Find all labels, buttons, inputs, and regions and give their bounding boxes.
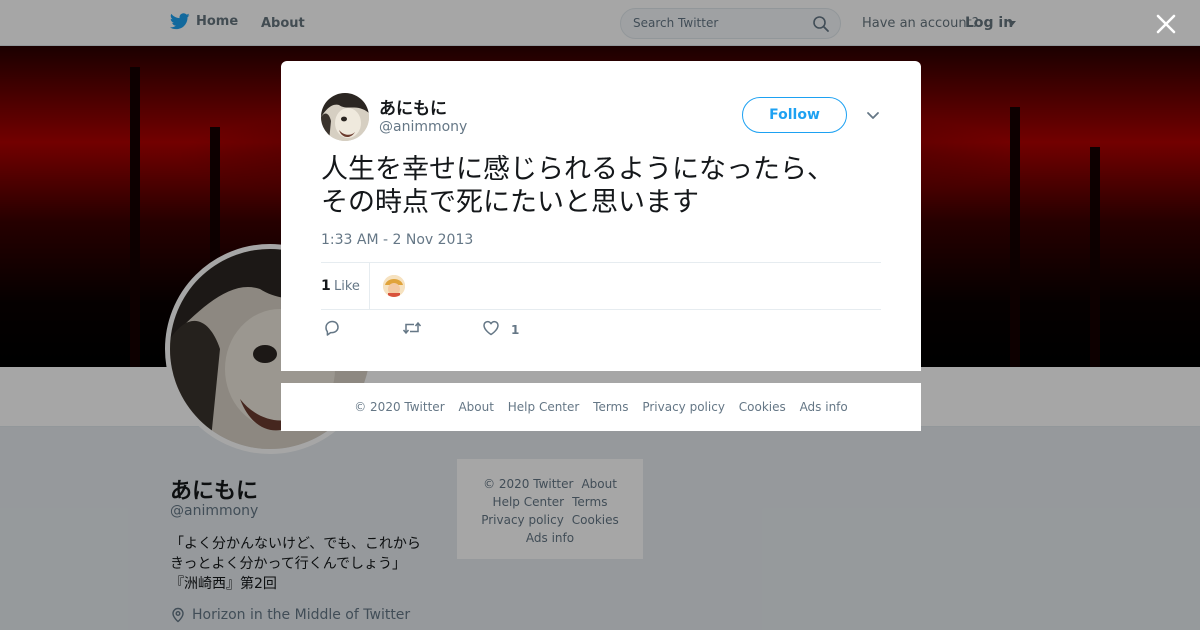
- like-label[interactable]: Like: [334, 279, 360, 294]
- stats-divider: [369, 263, 370, 309]
- chevron-down-icon[interactable]: [866, 111, 880, 121]
- tweet-actions: 1: [321, 319, 881, 343]
- tweet-text-line: その時点で死にたいと思います: [321, 187, 699, 218]
- footer-link-help[interactable]: Help Center: [508, 400, 580, 414]
- footer-link-cookies[interactable]: Cookies: [739, 400, 786, 414]
- footer-copyright: © 2020 Twitter: [354, 400, 445, 414]
- footer-link-terms[interactable]: Terms: [593, 400, 628, 414]
- author-avatar[interactable]: [321, 93, 369, 141]
- close-icon[interactable]: [1154, 12, 1178, 36]
- follow-button[interactable]: Follow: [742, 97, 847, 133]
- footer-link-ads[interactable]: Ads info: [800, 400, 848, 414]
- reply-icon[interactable]: [323, 319, 341, 337]
- retweet-icon[interactable]: [402, 319, 422, 337]
- heart-icon[interactable]: [482, 319, 500, 337]
- tweet-modal: あにもに @animmony Follow 人生を幸せに感じられるようになったら…: [281, 61, 921, 371]
- modal-footer: © 2020 Twitter About Help Center Terms P…: [281, 383, 921, 431]
- avatar-illustration: [321, 93, 369, 141]
- footer-link-privacy[interactable]: Privacy policy: [642, 400, 725, 414]
- author-handle[interactable]: @animmony: [379, 119, 467, 135]
- tweet-text-line: 人生を幸せに感じられるようになったら、: [321, 154, 834, 185]
- like-count[interactable]: 1: [321, 278, 331, 294]
- liker-avatar[interactable]: [383, 275, 405, 297]
- tweet-stats: 1 Like: [321, 262, 881, 310]
- author-display-name[interactable]: あにもに: [379, 94, 447, 119]
- avatar-illustration: [383, 275, 405, 297]
- heart-count: 1: [511, 323, 520, 337]
- footer-link-about[interactable]: About: [458, 400, 493, 414]
- tweet-text: 人生を幸せに感じられるようになったら、 その時点で死にたいと思います: [321, 153, 881, 219]
- tweet-timestamp[interactable]: 1:33 AM - 2 Nov 2013: [321, 232, 473, 248]
